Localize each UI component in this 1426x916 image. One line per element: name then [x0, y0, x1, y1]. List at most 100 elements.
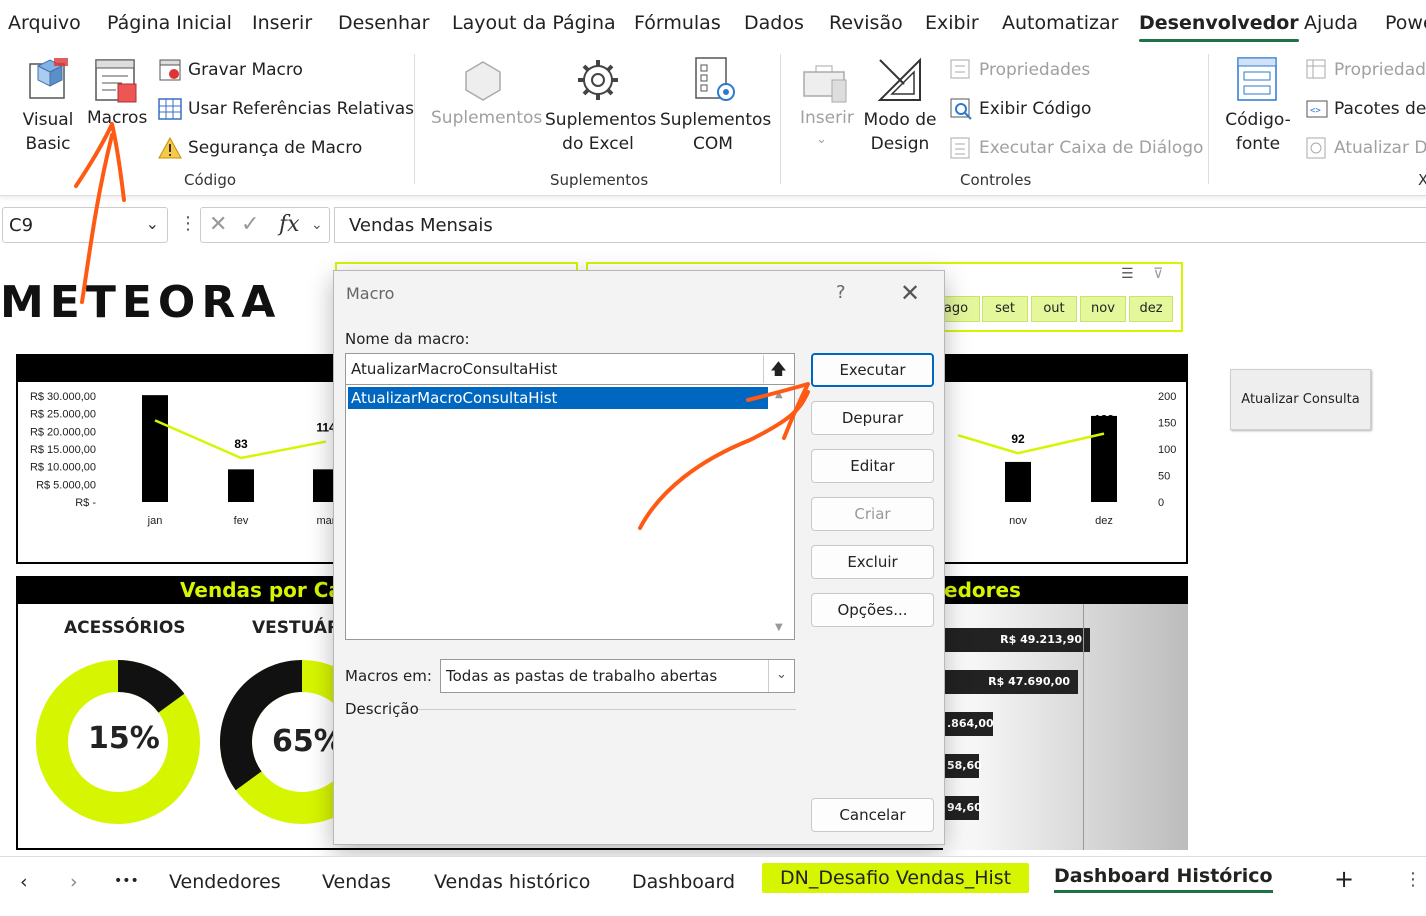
more-tabs-icon[interactable]: ••• [114, 873, 139, 889]
function-icon[interactable]: fx [279, 212, 300, 237]
donut-label-acessorios: ACESSÓRIOS [64, 618, 186, 638]
ribbon-separator [780, 54, 781, 184]
scrollbar[interactable]: ▲ ▼ [768, 385, 794, 639]
macro-dialog: Macro ? ✕ Nome da macro: AtualizarMacroC… [333, 270, 945, 845]
formula-bar: C9 ⌄ ⋮ ✕ ✓ fx ⌄ Vendas Mensais [0, 205, 1426, 245]
tab-vendas[interactable]: Vendas [322, 871, 391, 893]
macro-name-input[interactable]: AtualizarMacroConsultaHist [345, 353, 795, 385]
chevron-down-icon: ⌄ [816, 132, 827, 147]
scroll-up-icon[interactable]: ▲ [775, 389, 783, 400]
clear-filter-icon[interactable]: ⊽ [1153, 266, 1163, 282]
menu-power[interactable]: Powe [1385, 12, 1426, 34]
y-tick-left: R$ 30.000,00 [30, 391, 96, 403]
menu-pagina-inicial[interactable]: Página Inicial [107, 12, 232, 34]
ribbon-separator [1208, 54, 1209, 184]
macros-em-select[interactable]: Todas as pastas de trabalho abertas ⌄ [440, 659, 795, 693]
tab-prev-icon[interactable]: ‹ [20, 871, 28, 893]
tab-vendedores[interactable]: Vendedores [169, 871, 281, 893]
tab-vendas-historico[interactable]: Vendas histórico [434, 871, 590, 893]
inserir-controle-label: Inserir [800, 108, 854, 128]
chip-set[interactable]: set [982, 296, 1028, 322]
seguranca-macro-label: Segurança de Macro [188, 138, 363, 158]
tab-dn-desafio[interactable]: DN_Desafio Vendas_Hist [762, 863, 1030, 893]
modo-design-label: Modo de Design [863, 110, 937, 154]
group-controles: Controles [960, 171, 1032, 189]
descricao-label: Descrição [345, 700, 419, 718]
executar-button[interactable]: Executar [811, 353, 934, 387]
scroll-down-icon[interactable]: ▼ [775, 622, 783, 633]
tab-dashboard-historico[interactable]: Dashboard Histórico [1054, 865, 1273, 893]
chip-out[interactable]: out [1031, 296, 1077, 322]
macro-list[interactable]: AtualizarMacroConsultaHist ▲ ▼ [345, 384, 795, 640]
group-xml: X [1418, 171, 1426, 189]
chevron-down-icon[interactable]: ⌄ [311, 217, 323, 233]
more-vert-icon[interactable]: ⋮ [1404, 869, 1422, 890]
depurar-button[interactable]: Depurar [811, 401, 934, 435]
menu-dados[interactable]: Dados [744, 12, 804, 34]
grid-icon [158, 98, 182, 120]
check-icon[interactable]: ✓ [241, 212, 259, 237]
source-icon [1237, 57, 1277, 101]
arrow-up-icon[interactable]: 🡅 [763, 355, 793, 383]
seller-bar: 58,60 [943, 754, 982, 778]
menu-inserir[interactable]: Inserir [252, 12, 312, 34]
more-vert-icon[interactable]: ⋮ [179, 213, 197, 234]
editar-button[interactable]: Editar [811, 449, 934, 483]
add-sheet-icon[interactable]: + [1334, 865, 1354, 893]
help-icon[interactable]: ? [836, 282, 846, 303]
cancelar-button[interactable]: Cancelar [811, 798, 934, 832]
menu-revisao[interactable]: Revisão [829, 12, 903, 34]
list-item[interactable]: AtualizarMacroConsultaHist [348, 387, 768, 409]
chip-nov[interactable]: nov [1080, 296, 1126, 322]
menu-exibir[interactable]: Exibir [925, 12, 979, 34]
design-mode-icon [877, 57, 921, 101]
propriedades-label: Propriedades [979, 60, 1091, 80]
warning-icon [158, 137, 182, 159]
ribbon: Visual Basic Macros Gravar Macro Usar Re… [0, 46, 1426, 196]
chip-dez[interactable]: dez [1129, 296, 1173, 322]
xml-propriedades-label: Propriedade [1334, 60, 1426, 80]
map-properties-icon [1306, 59, 1326, 79]
pacotes-label: Pacotes de [1334, 99, 1426, 119]
properties-icon [950, 59, 970, 79]
excluir-button[interactable]: Excluir [811, 545, 934, 579]
menu-desenvolvedor[interactable]: Desenvolvedor [1139, 12, 1299, 42]
chevron-down-icon[interactable]: ⌄ [768, 660, 794, 692]
y-tick-left: R$ 10.000,00 [30, 462, 96, 474]
gridline [1083, 604, 1084, 850]
tab-next-icon[interactable]: › [70, 871, 78, 893]
series-line [957, 432, 1105, 455]
sellers-title: edores [944, 578, 1021, 602]
multi-select-icon[interactable]: ☰ [1121, 266, 1134, 282]
bar [1005, 461, 1031, 502]
macros-em-value: Todas as pastas de trabalho abertas [446, 667, 718, 685]
sheet-tabs: ‹ › ••• Vendedores Vendas Vendas históri… [0, 856, 1426, 916]
x-tick-label: dez [1095, 515, 1113, 527]
gear-icon [578, 60, 618, 100]
refresh-query-button[interactable]: Atualizar Consulta [1230, 369, 1371, 430]
menu-automatizar[interactable]: Automatizar [1002, 12, 1118, 34]
criar-button[interactable]: Criar [811, 497, 934, 531]
menu-layout[interactable]: Layout da Página [452, 12, 616, 34]
usar-referencias-label: Usar Referências Relativas [188, 99, 415, 119]
menu-desenhar[interactable]: Desenhar [338, 12, 429, 34]
formula-actions: ✕ ✓ fx ⌄ [200, 207, 330, 243]
data-label: 154 [145, 399, 165, 413]
menu-ajuda[interactable]: Ajuda [1304, 12, 1358, 34]
tab-dashboard[interactable]: Dashboard [632, 871, 735, 893]
view-code-icon [950, 98, 972, 120]
x-tick-label: nov [1009, 515, 1027, 527]
opcoes-button[interactable]: Opções... [811, 593, 934, 627]
close-icon[interactable]: ✕ [900, 279, 920, 307]
menu-formulas[interactable]: Fórmulas [634, 12, 721, 34]
macros-label: Macros [87, 108, 148, 128]
y-tick-right: 100 [1158, 444, 1176, 456]
y-tick-left: R$ 15.000,00 [30, 444, 96, 456]
menu-arquivo[interactable]: Arquivo [8, 12, 81, 34]
suplementos-excel-label: Suplementos do Excel [545, 110, 657, 154]
run-dialog-icon [950, 137, 970, 159]
formula-input[interactable]: Vendas Mensais [334, 207, 1426, 243]
chevron-down-icon[interactable]: ⌄ [146, 214, 159, 233]
cancel-icon[interactable]: ✕ [209, 212, 227, 237]
name-box[interactable]: C9 ⌄ [2, 207, 168, 243]
